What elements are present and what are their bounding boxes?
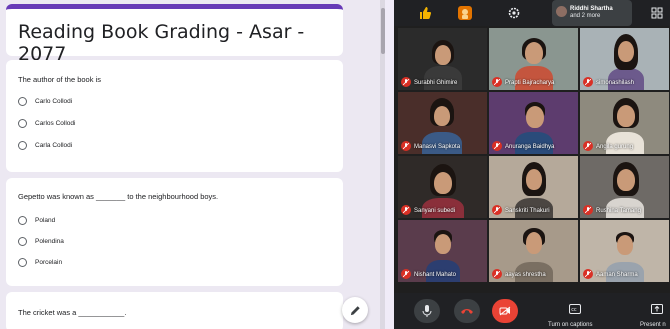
edit-button[interactable] xyxy=(342,297,368,323)
participant-tile[interactable]: simonashilash xyxy=(580,28,669,90)
google-form-pane: Reading Book Grading - Asar - 2077 The a… xyxy=(0,0,385,329)
participant-name: Angila gurung xyxy=(596,144,634,150)
settings-icon xyxy=(508,7,520,19)
participant-name: aayas shrestha xyxy=(505,272,546,278)
participant-tile[interactable]: Rushina Tamang xyxy=(580,156,669,218)
mic-off-icon xyxy=(492,269,502,279)
participant-name: Sanyani subedi xyxy=(414,208,456,214)
captions-label: Turn on captions xyxy=(548,322,593,328)
question-card-3: The cricket was a ___________. xyxy=(6,292,343,329)
participant-name: Sanskriti Thakuri xyxy=(505,208,550,214)
form-title-card: Reading Book Grading - Asar - 2077 xyxy=(6,4,343,65)
mic-off-icon xyxy=(401,141,411,151)
grid-layout-icon xyxy=(651,7,663,19)
option-label: Carla Collodi xyxy=(35,142,73,149)
camera-off-icon xyxy=(499,306,511,316)
participant-name: Surabhi Ghimire xyxy=(414,80,458,86)
option-label: Porcelain xyxy=(35,259,63,266)
presenter-avatar xyxy=(556,6,567,17)
google-meet-pane: Riddhi Shartha and 2 more Surabhi Ghimir… xyxy=(394,0,670,329)
option-label: Carlos Collodi xyxy=(35,120,76,127)
mic-off-icon xyxy=(583,77,593,87)
meet-top-bar: Riddhi Shartha and 2 more xyxy=(394,0,670,26)
radio-button[interactable] xyxy=(18,216,27,225)
presenter-more: and 2 more xyxy=(570,13,601,19)
participant-tile[interactable]: Angila gurung xyxy=(580,92,669,154)
participant-tile[interactable]: Aaman Sharma xyxy=(580,220,669,282)
mic-off-icon xyxy=(583,205,593,215)
raise-hand-icon xyxy=(458,6,472,20)
mic-off-icon xyxy=(401,269,411,279)
meet-control-bar: cc Turn on captions Present n xyxy=(394,293,670,329)
participant-tile[interactable]: Sanyani subedi xyxy=(398,156,487,218)
svg-text:cc: cc xyxy=(571,307,577,313)
option-label: Poland xyxy=(35,217,56,224)
camera-button[interactable] xyxy=(492,299,518,323)
mic-off-icon xyxy=(492,77,502,87)
participant-name: Anuranga Baidhya xyxy=(505,144,555,150)
mic-off-icon xyxy=(401,205,411,215)
participant-name: Aaman Sharma xyxy=(596,272,638,278)
participant-tile[interactable]: Surabhi Ghimire xyxy=(398,28,487,90)
captions-button[interactable]: cc xyxy=(562,297,588,321)
mic-off-icon xyxy=(492,205,502,215)
participant-tile[interactable]: Manasvi Sapkota xyxy=(398,92,487,154)
pencil-icon xyxy=(350,305,360,315)
mic-off-icon xyxy=(401,77,411,87)
participant-name: Manasvi Sapkota xyxy=(414,144,461,150)
option-carlo-collodi[interactable]: Carlo Collodi xyxy=(18,97,72,106)
mic-off-icon xyxy=(583,269,593,279)
question-card-1: The author of the book is Carlo Collodi … xyxy=(6,60,343,172)
participant-tile[interactable]: Prapti Bajracharya xyxy=(489,28,578,90)
form-title: Reading Book Grading - Asar - 2077 xyxy=(18,21,305,65)
presenter-name: Riddhi Shartha xyxy=(570,6,613,12)
present-button[interactable] xyxy=(644,297,670,321)
option-label: Polendina xyxy=(35,238,64,245)
option-carla-collodi[interactable]: Carla Collodi xyxy=(18,141,72,150)
option-porcelain[interactable]: Porcelain xyxy=(18,258,62,267)
present-label: Present n xyxy=(640,322,666,328)
end-call-button[interactable] xyxy=(454,299,480,323)
thumbs-up-icon xyxy=(420,7,432,19)
option-poland[interactable]: Poland xyxy=(18,216,55,225)
settings-button[interactable] xyxy=(501,2,527,24)
question-card-2: Gepetto was known as _______ to the neig… xyxy=(6,178,343,286)
layout-button[interactable] xyxy=(644,2,670,24)
option-carlos-collodi[interactable]: Carlos Collodi xyxy=(18,119,75,128)
end-call-icon xyxy=(461,309,473,314)
participant-name: Rushina Tamang xyxy=(596,208,641,214)
thumbs-up-button[interactable] xyxy=(412,2,438,24)
participant-tile[interactable]: Sanskriti Thakuri xyxy=(489,156,578,218)
mic-button[interactable] xyxy=(414,299,440,323)
mic-icon xyxy=(422,305,432,317)
captions-icon: cc xyxy=(569,304,581,314)
presenter-chip[interactable]: Riddhi Shartha and 2 more xyxy=(552,0,632,26)
participant-name: Nishant Mahato xyxy=(414,272,457,278)
radio-button[interactable] xyxy=(18,141,27,150)
radio-button[interactable] xyxy=(18,237,27,246)
raise-hand-button[interactable] xyxy=(452,2,478,24)
participant-grid: Surabhi Ghimire Prapti Bajracharya simon… xyxy=(398,28,670,290)
mic-off-icon xyxy=(492,141,502,151)
scrollbar-thumb[interactable] xyxy=(381,8,385,54)
option-polendina[interactable]: Polendina xyxy=(18,237,64,246)
participant-name: Prapti Bajracharya xyxy=(505,80,555,86)
present-icon xyxy=(651,304,663,314)
participant-tile[interactable]: aayas shrestha xyxy=(489,220,578,282)
question-text: The cricket was a ___________. xyxy=(18,308,127,317)
radio-button[interactable] xyxy=(18,119,27,128)
option-label: Carlo Collodi xyxy=(35,98,73,105)
radio-button[interactable] xyxy=(18,258,27,267)
radio-button[interactable] xyxy=(18,97,27,106)
participant-tile[interactable]: Nishant Mahato xyxy=(398,220,487,282)
participant-name: simonashilash xyxy=(596,80,635,86)
participant-tile[interactable]: Anuranga Baidhya xyxy=(489,92,578,154)
mic-off-icon xyxy=(583,141,593,151)
question-text: The author of the book is xyxy=(18,75,101,84)
question-text: Gepetto was known as _______ to the neig… xyxy=(18,192,219,201)
